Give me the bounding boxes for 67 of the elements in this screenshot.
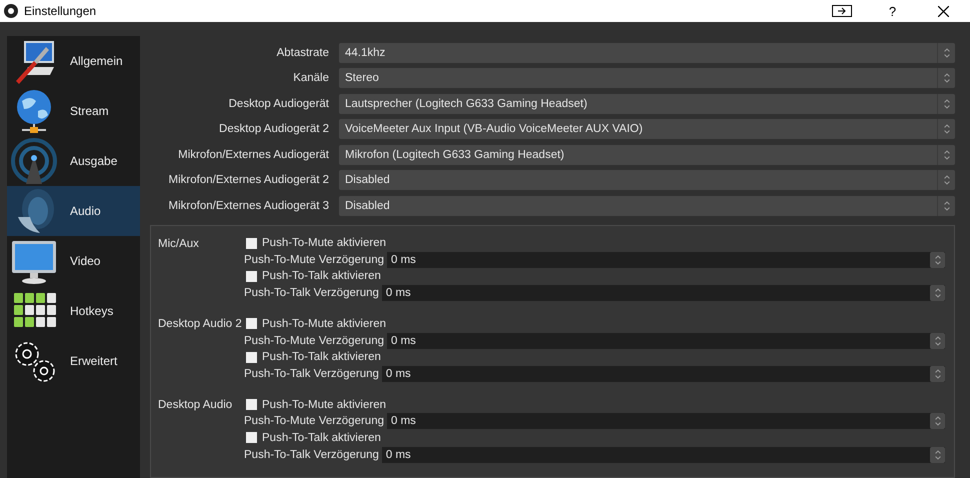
checkbox-label: Push-To-Mute aktivieren — [262, 398, 386, 411]
setting-label: Abtastrate — [276, 46, 330, 59]
setting-label: Mikrofon/Externes Audiogerät 2 — [168, 174, 330, 186]
checkbox-label: Push-To-Talk aktivieren — [262, 270, 381, 282]
sidebar-item[interactable]: Erweitert — [7, 336, 140, 386]
checkbox[interactable] — [246, 238, 257, 249]
checkbox[interactable] — [246, 432, 257, 444]
dropdown[interactable]: Lautsprecher (Logitech G633 Gaming Headset) — [339, 94, 955, 114]
spin-field[interactable]: 0 ms — [382, 446, 945, 463]
setting-label: Kanäle — [292, 72, 330, 84]
checkbox[interactable] — [246, 352, 257, 363]
up-down-arrows-icon[interactable] — [942, 173, 950, 188]
dropdown[interactable]: Disabled — [339, 170, 955, 190]
dropdown[interactable]: VoiceMeeter Aux Input (VB-Audio VoiceMeeter AUX VAIO) — [339, 119, 955, 140]
checkbox-label: Push-To-Mute aktivieren — [262, 318, 386, 330]
field-label: Push-To-Mute Verzögerung — [244, 415, 384, 428]
up-down-arrows-icon[interactable] — [934, 366, 942, 381]
source-label: Desktop Audio — [158, 398, 234, 414]
checkbox-label: Push-To-Talk aktivieren — [262, 432, 381, 444]
help-button[interactable]: ? — [870, 4, 915, 18]
checkbox[interactable] — [246, 270, 257, 282]
up-down-arrows-icon[interactable] — [934, 414, 942, 428]
sidebar-item[interactable]: Hotkeys — [7, 286, 140, 336]
sidebar-item[interactable]: Video — [7, 236, 140, 286]
checkbox-label: Push-To-Talk aktivieren — [262, 351, 381, 364]
field-label: Push-To-Mute Verzögerung — [244, 254, 384, 266]
sidebar-item[interactable]: Ausgabe — [7, 136, 140, 186]
up-down-arrows-icon[interactable] — [934, 334, 942, 348]
up-down-arrows-icon[interactable] — [942, 71, 950, 86]
window-title: Einstellungen — [24, 4, 98, 18]
up-down-arrows-icon[interactable] — [934, 448, 942, 462]
setting-label: Mikrofon/Externes Audiogerät — [177, 148, 330, 161]
checkbox[interactable] — [246, 318, 257, 330]
app-logo-icon — [4, 4, 18, 18]
spin-field[interactable]: 0 ms — [387, 252, 945, 268]
source-label: Mic/Aux — [158, 236, 200, 252]
dropdown[interactable]: Stereo — [339, 68, 955, 88]
close-icon[interactable] — [938, 6, 949, 16]
dropdown[interactable]: 44.1khz — [339, 42, 955, 63]
checkbox-label: Push-To-Mute aktivieren — [262, 237, 386, 250]
field-label: Push-To-Talk Verzögerung — [244, 287, 379, 300]
up-down-arrows-icon[interactable] — [942, 96, 950, 111]
spin-field[interactable]: 0 ms — [382, 366, 945, 382]
sidebar-item[interactable]: Stream — [7, 86, 140, 136]
up-down-arrows-icon[interactable] — [942, 122, 950, 136]
field-label: Push-To-Mute Verzögerung — [244, 334, 384, 346]
dropdown[interactable]: Mikrofon (Logitech G633 Gaming Headset) — [339, 144, 955, 165]
setting-label: Mikrofon/Externes Audiogerät 3 — [168, 200, 330, 212]
up-down-arrows-icon[interactable] — [934, 252, 942, 267]
setting-label: Desktop Audiogerät 2 — [218, 123, 330, 136]
sidebar-item[interactable]: Allgemein — [7, 36, 140, 86]
checkbox[interactable] — [246, 399, 257, 410]
up-down-arrows-icon[interactable] — [942, 46, 950, 60]
spin-field[interactable]: 0 ms — [382, 285, 945, 302]
up-down-arrows-icon[interactable] — [942, 148, 950, 162]
up-down-arrows-icon[interactable] — [942, 198, 950, 213]
field-label: Push-To-Talk Verzögerung — [244, 368, 379, 380]
spin-field[interactable]: 0 ms — [387, 413, 945, 430]
setting-label: Desktop Audiogerät — [228, 98, 330, 110]
broadcast-antenna-icon — [10, 137, 58, 185]
dropdown[interactable]: Disabled — [339, 196, 955, 216]
sidebar-item[interactable]: Audio — [7, 186, 140, 236]
field-label: Push-To-Talk Verzögerung — [244, 448, 379, 461]
window-restore-icon[interactable] — [832, 5, 852, 17]
spin-field[interactable]: 0 ms — [387, 332, 945, 348]
up-down-arrows-icon[interactable] — [934, 286, 942, 300]
source-label: Desktop Audio 2 — [158, 317, 242, 332]
